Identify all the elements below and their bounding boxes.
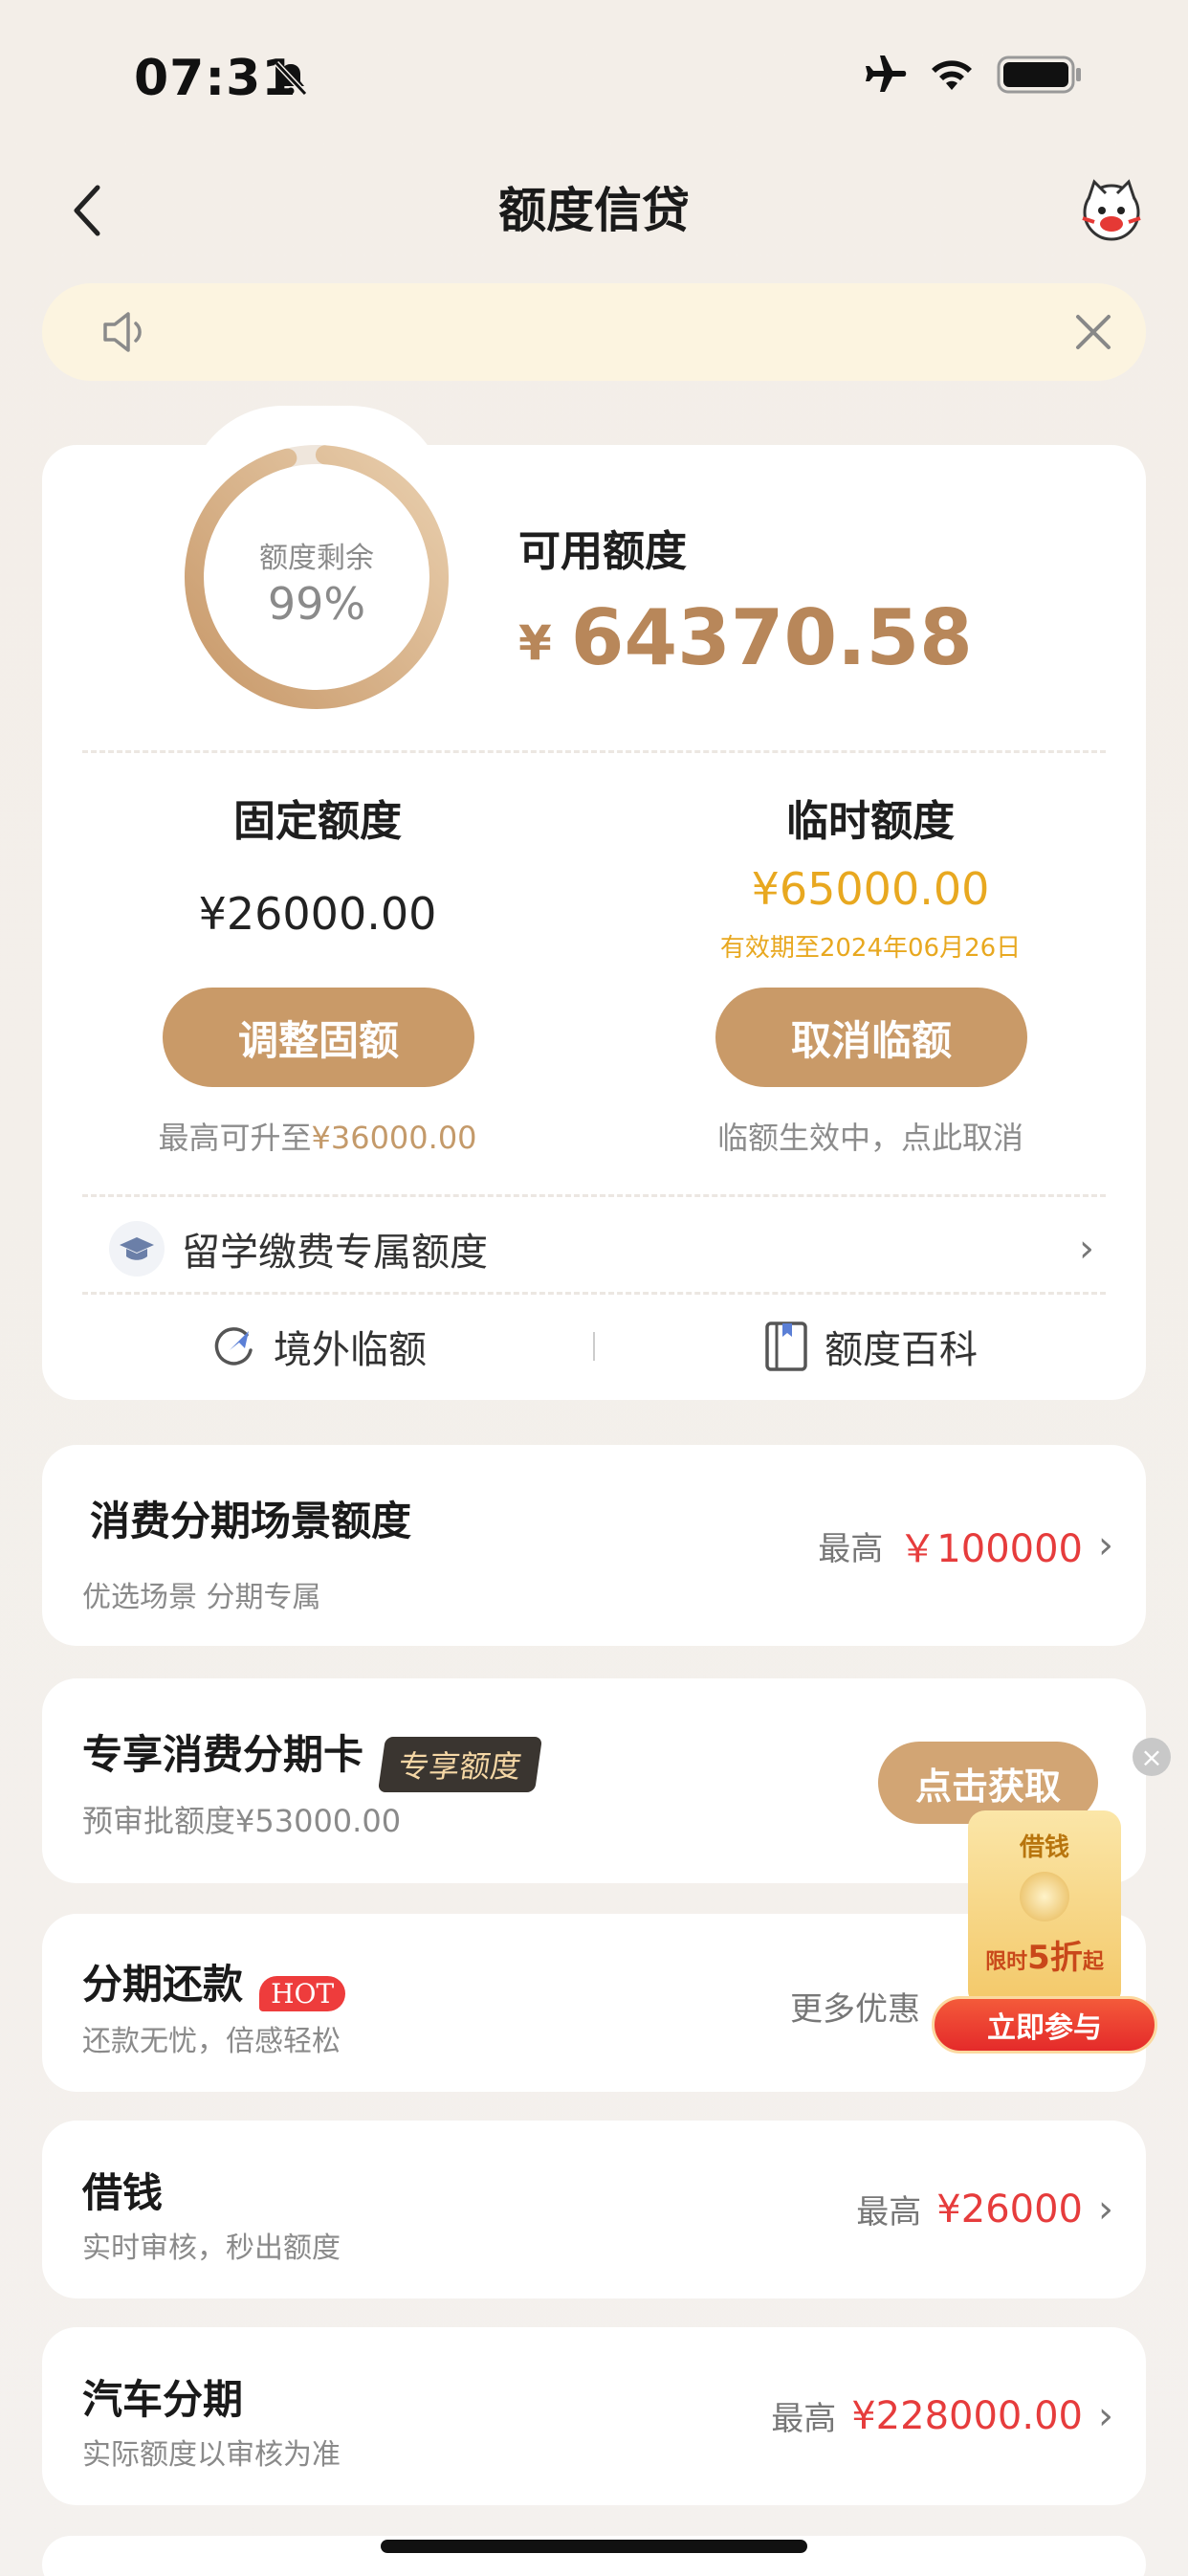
repayment-sub: 还款无忧，倍感轻松 [82,2025,341,2058]
currency-symbol: ¥ [518,615,552,672]
more-offers: 更多优惠 [790,1990,920,2029]
car-title: 汽车分期 [82,2376,244,2423]
temp-title: 临时额度 [786,797,955,846]
cancel-temp-button[interactable]: 取消临额 [715,988,1027,1087]
promo-discount: 限时5折起 [968,1931,1121,1978]
chevron-right-icon: › [1079,1227,1094,1271]
available-value: 64370.58 [570,593,973,682]
car-card[interactable]: 汽车分期 实际额度以审核为准 最高 ¥228000.00 › [42,2327,1146,2505]
coin-icon [1020,1872,1069,1921]
join-now-button[interactable]: 立即参与 [932,1996,1157,2054]
installment-scene-card[interactable]: 消费分期场景额度 优选场景 分期专属 最高 ￥100000 › [42,1445,1146,1646]
exclusive-title: 专享消费分期卡 [82,1731,364,1778]
max-label: 最高 [771,2400,837,2438]
hot-badge: HOT [259,1976,346,2011]
ring-percent: 99% [267,578,366,630]
car-limit: 最高 ¥228000.00 › [771,2392,1113,2439]
study-abroad-label: 留学缴费专属额度 [182,1231,488,1275]
promo-suffix: 起 [1082,1950,1104,1974]
temp-amount: ¥65000.00 [751,863,990,915]
promo-envelope[interactable]: 借钱 限时5折起 [968,1810,1121,2008]
adjust-fixed-button[interactable]: 调整固额 [163,988,474,1087]
exclusive-title-row: 专享消费分期卡 专享额度 [82,1722,543,1792]
installment-scene-limit: 最高 ￥100000 › [818,1518,1113,1573]
fixed-amount: ¥26000.00 [198,888,437,940]
battery-icon [997,56,1081,94]
page-title: 额度信贷 [498,183,690,238]
divider [82,1292,1106,1295]
available-amount: ¥64370.58 [518,593,973,682]
car-amount: ¥228000.00 [851,2393,1083,2438]
exclusive-tag: 专享额度 [378,1736,543,1792]
borrow-card[interactable]: 借钱 实时审核，秒出额度 最高 ¥26000 › [42,2121,1146,2298]
promo-big: 5折 [1027,1939,1083,1977]
repayment-title-row: 分期还款 HOT [82,1952,346,2011]
remaining-ring-arc [185,445,449,709]
mascot-icon[interactable] [1073,170,1150,247]
overseas-temp-link[interactable]: 境外临额 [42,1319,593,1374]
chevron-right-icon: › [1098,1523,1113,1567]
fixed-note: 最高可升至¥36000.00 [50,1114,585,1158]
notice-bar[interactable] [42,283,1146,381]
repayment-title: 分期还款 [82,1961,244,2008]
temp-valid-until: 有效期至2024年06月26日 [719,934,1022,963]
overseas-temp-label: 境外临额 [274,1328,427,1372]
fixed-title: 固定额度 [233,797,402,846]
car-sub: 实际额度以审核为准 [82,2438,341,2472]
study-abroad-row[interactable]: 留学缴费专属额度 › [109,1220,1094,1277]
remaining-ring [185,445,449,709]
promo-top: 借钱 [1019,1833,1069,1862]
max-label: 最高 [818,1529,884,1568]
temp-note[interactable]: 临额生效中，点此取消 [603,1114,1138,1158]
airplane-icon [866,56,907,92]
borrow-title: 借钱 [82,2169,164,2216]
status-indicators [859,54,1083,96]
divider [82,1194,1106,1197]
borrow-amount: ¥26000 [936,2187,1083,2232]
credit-wiki-link[interactable]: 额度百科 [595,1319,1146,1374]
chevron-right-icon: › [1098,2393,1113,2438]
borrow-limit: 最高 ¥26000 › [856,2186,1113,2232]
speaker-icon [99,308,153,356]
available-title: 可用额度 [518,527,687,576]
exclusive-sub: 预审批额度¥53000.00 [82,1803,402,1839]
divider [82,750,1106,753]
installment-scene-title: 消费分期场景额度 [90,1498,412,1544]
promo-close-icon[interactable]: × [1133,1738,1171,1776]
promo-prefix: 限时 [985,1950,1028,1974]
installment-scene-sub: 优选场景 分期专属 [82,1581,321,1614]
chevron-right-icon: › [1098,2187,1113,2232]
plane-globe-icon [214,1327,253,1366]
credit-wiki-label: 额度百科 [825,1328,978,1372]
graduation-cap-icon [109,1221,165,1277]
ring-label: 额度剩余 [259,542,374,575]
mute-icon [272,59,310,98]
fixed-note-prefix: 最高可升至 [158,1120,312,1156]
wifi-icon [932,60,972,90]
close-icon[interactable] [1069,308,1117,356]
home-indicator [381,2540,807,2553]
max-label: 最高 [856,2193,922,2232]
installment-scene-amount: ￥100000 [898,1527,1083,1571]
fixed-note-amount: ¥36000.00 [311,1120,477,1156]
borrow-sub: 实时审核，秒出额度 [82,2232,341,2265]
book-icon [765,1321,807,1371]
bottom-links: 境外临额 额度百科 [42,1313,1146,1380]
